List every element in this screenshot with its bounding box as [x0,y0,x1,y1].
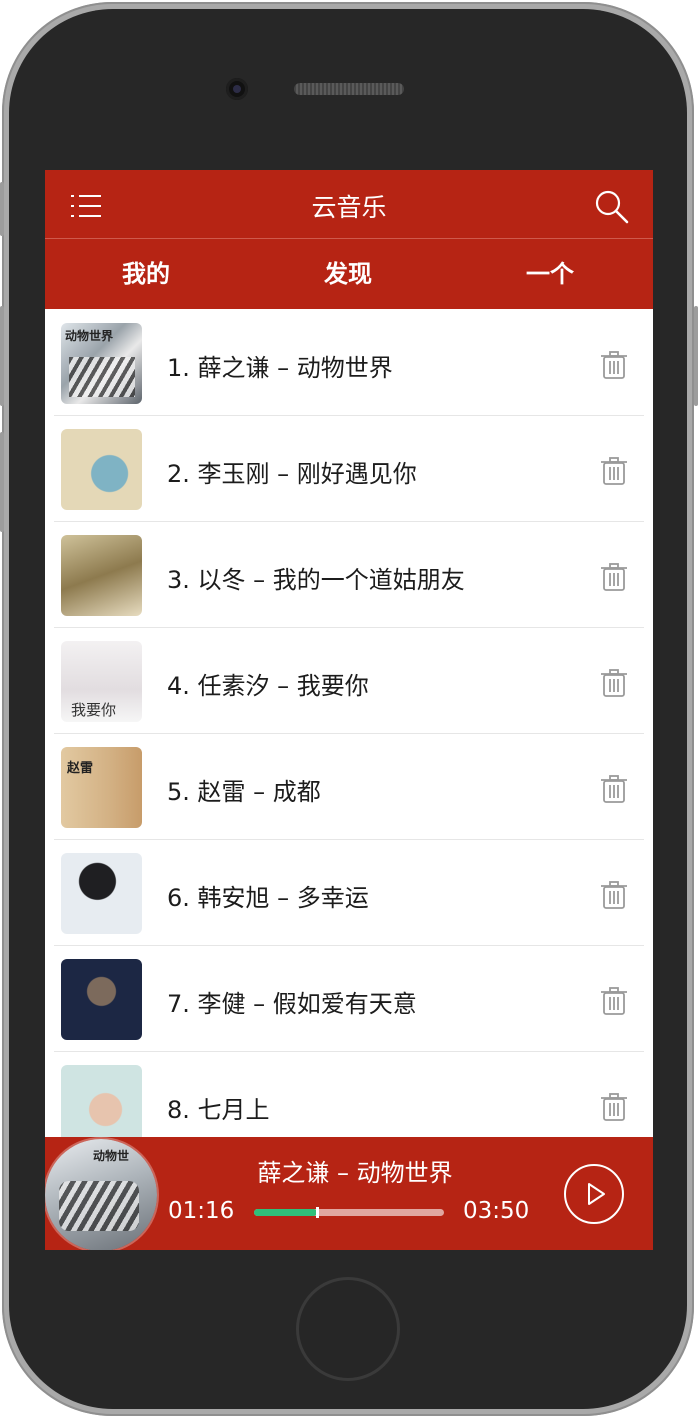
app-header: 云音乐 [45,170,653,239]
cover-label: 赵雷 [67,761,94,776]
disc-label: 动物世 [93,1149,130,1163]
mute-switch [0,182,4,236]
play-icon [588,1183,605,1205]
song-title: 2. 李玉刚 – 刚好遇见你 [167,460,417,488]
cover-stripes [69,357,135,397]
album-cover [61,429,142,510]
list-item[interactable]: 2. 李玉刚 – 刚好遇见你 [54,416,644,522]
total-time: 03:50 [463,1198,530,1224]
album-cover [61,959,142,1040]
cover-label: 我要你 [71,701,117,719]
progress-handle[interactable] [315,1207,319,1218]
trash-icon[interactable] [600,562,628,592]
album-cover: 动物世界 [61,323,142,404]
earpiece-speaker [294,83,404,95]
disc-stripes [59,1181,139,1231]
song-title: 4. 任素汐 – 我要你 [167,672,369,700]
current-time: 01:16 [168,1198,235,1224]
song-title: 6. 韩安旭 – 多幸运 [167,884,369,912]
list-item[interactable]: 6. 韩安旭 – 多幸运 [54,840,644,946]
now-playing-title: 薛之谦 – 动物世界 [257,1159,453,1187]
list-item[interactable]: 赵雷 5. 赵雷 – 成都 [54,734,644,840]
trash-icon[interactable] [600,986,628,1016]
front-camera [226,78,248,100]
home-button[interactable] [296,1277,400,1381]
list-item[interactable]: 3. 以冬 – 我的一个道姑朋友 [54,522,644,628]
now-playing-bar: 动物世 薛之谦 – 动物世界 01:16 03:50 [45,1137,653,1250]
list-item[interactable]: 动物世界 1. 薛之谦 – 动物世界 [54,310,644,416]
tab-bar: 我的 发现 一个 [45,239,653,379]
list-item[interactable]: 我要你 4. 任素汐 – 我要你 [54,628,644,734]
song-title: 5. 赵雷 – 成都 [167,778,321,806]
app-screen: 云音乐 我的 发现 一个 动物世界 1. 薛之谦 – 动物世界 2. 李玉刚 –… [45,170,653,1250]
song-title: 3. 以冬 – 我的一个道姑朋友 [167,566,465,594]
tab-discover[interactable]: 发现 [247,239,449,309]
trash-icon[interactable] [600,456,628,486]
song-list: 动物世界 1. 薛之谦 – 动物世界 2. 李玉刚 – 刚好遇见你 3. 以冬 … [45,310,653,1158]
progress-fill [254,1209,317,1216]
progress-bar[interactable] [254,1207,444,1218]
play-button[interactable] [564,1164,624,1224]
album-cover [61,535,142,616]
trash-icon[interactable] [600,668,628,698]
album-cover: 赵雷 [61,747,142,828]
cover-label: 动物世界 [65,329,114,343]
album-cover: 我要你 [61,641,142,722]
now-playing-disc[interactable]: 动物世 [45,1139,157,1250]
list-item[interactable]: 7. 李健 – 假如爱有天意 [54,946,644,1052]
app-title: 云音乐 [311,193,387,222]
volume-down-button [0,432,4,532]
trash-icon[interactable] [600,350,628,380]
search-icon[interactable] [593,188,629,224]
song-title: 1. 薛之谦 – 动物世界 [167,354,393,382]
power-button [694,306,698,406]
trash-icon[interactable] [600,774,628,804]
tab-one[interactable]: 一个 [449,239,651,309]
tab-mine[interactable]: 我的 [45,239,247,309]
volume-up-button [0,306,4,406]
trash-icon[interactable] [600,1092,628,1122]
album-cover [61,1065,142,1146]
trash-icon[interactable] [600,880,628,910]
song-title: 8. 七月上 [167,1096,270,1124]
album-cover [61,853,142,934]
song-title: 7. 李健 – 假如爱有天意 [167,990,417,1018]
